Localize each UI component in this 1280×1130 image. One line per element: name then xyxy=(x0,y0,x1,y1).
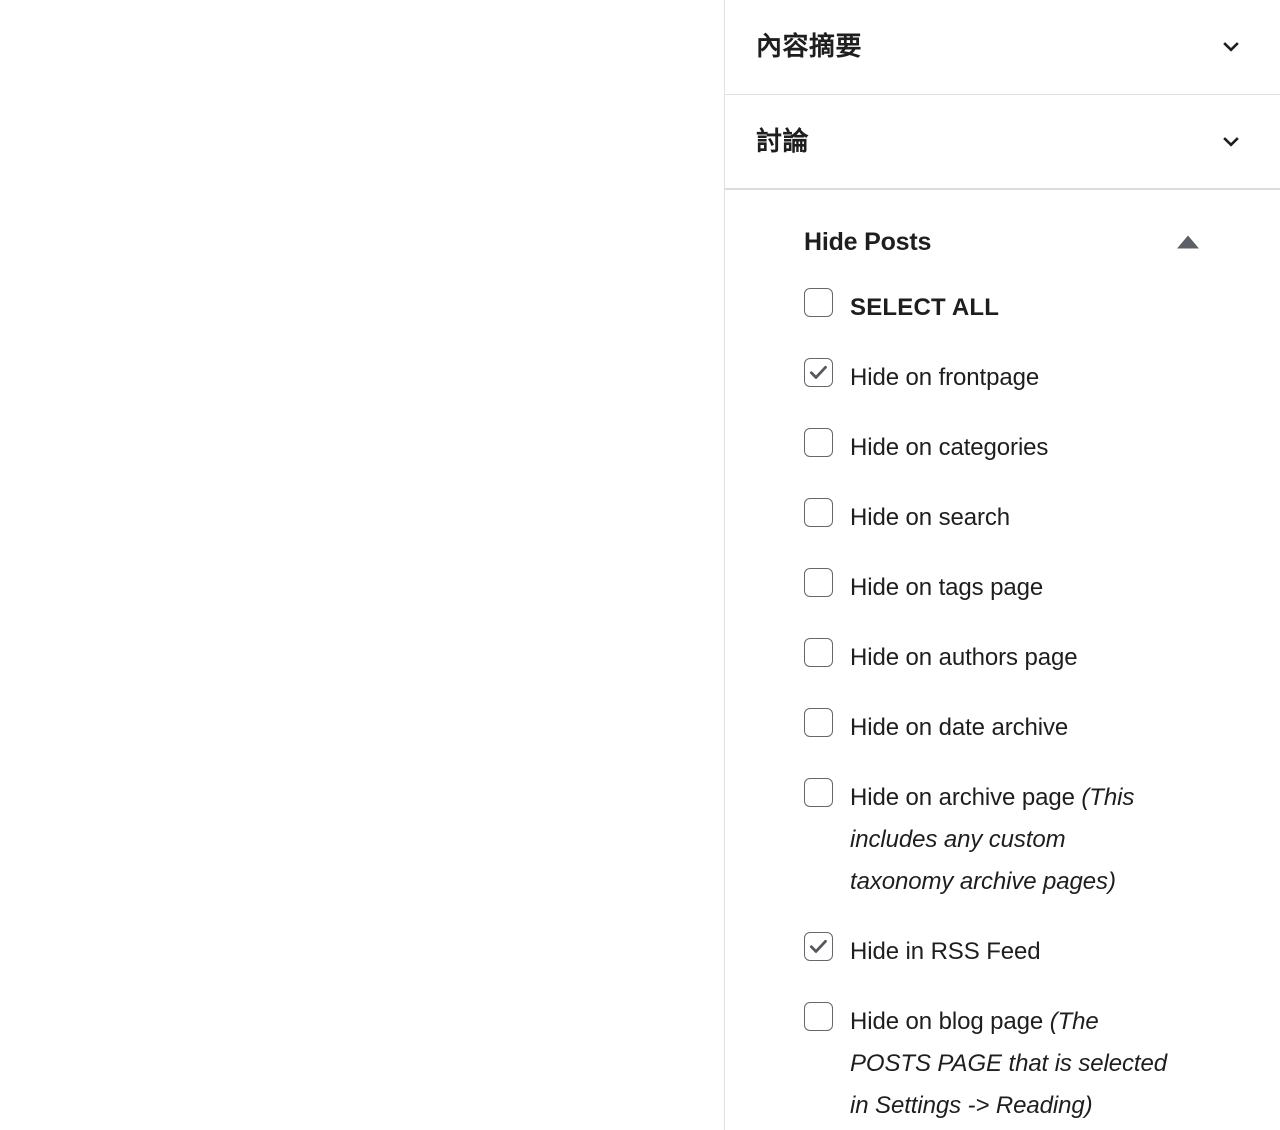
panel-excerpt-title: 內容摘要 xyxy=(756,31,863,62)
triangle-up-icon[interactable] xyxy=(1177,235,1199,249)
checkbox-label-hide-on-search: Hide on search xyxy=(850,504,1011,531)
checkbox-hide-in-rss-feed[interactable] xyxy=(804,932,833,961)
checkbox-row-hide-on-search[interactable]: Hide on search xyxy=(804,497,1172,539)
checkbox-label-hide-on-tags-page: Hide on tags page xyxy=(850,574,1044,601)
checkbox-hide-on-frontpage[interactable] xyxy=(804,358,833,387)
checkbox-label-hide-on-frontpage: Hide on frontpage xyxy=(850,364,1040,391)
checkbox-label-hide-on-authors-page: Hide on authors page xyxy=(850,644,1078,671)
checkbox-label-hide-on-date-archive: Hide on date archive xyxy=(850,714,1069,741)
checkbox-label-hide-on-archive-page: Hide on archive page (This includes any … xyxy=(850,777,1172,903)
panel-hide-posts-header[interactable]: Hide Posts xyxy=(756,216,1232,268)
checkbox-hide-on-categories[interactable] xyxy=(804,428,833,457)
checkbox-hide-on-date-archive[interactable] xyxy=(804,708,833,737)
checkbox-row-hide-on-authors-page[interactable]: Hide on authors page xyxy=(804,637,1172,679)
checkbox-row-select-all[interactable]: SELECT ALL xyxy=(804,287,1172,329)
checkbox-select-all[interactable] xyxy=(804,288,833,317)
panel-hide-posts-title: Hide Posts xyxy=(804,227,932,256)
checkbox-label-hide-on-blog-page: Hide on blog page (The POSTS PAGE that i… xyxy=(850,1001,1172,1127)
checkbox-row-hide-in-rss-feed[interactable]: Hide in RSS Feed xyxy=(804,931,1172,973)
hide-posts-options: SELECT ALL Hide on frontpage Hide on cat… xyxy=(756,268,1232,1127)
checkbox-label-text: Hide on blog page xyxy=(850,1008,1044,1035)
panel-discussion[interactable]: 討論 xyxy=(725,95,1280,190)
panel-excerpt[interactable]: 內容摘要 xyxy=(725,0,1280,95)
checkbox-hide-on-tags-page[interactable] xyxy=(804,568,833,597)
checkbox-hide-on-blog-page[interactable] xyxy=(804,1002,833,1031)
checkbox-row-hide-on-date-archive[interactable]: Hide on date archive xyxy=(804,707,1172,749)
checkbox-label-text: Hide on archive page xyxy=(850,784,1075,811)
checkbox-row-hide-on-categories[interactable]: Hide on categories xyxy=(804,427,1172,469)
checkbox-row-hide-on-tags-page[interactable]: Hide on tags page xyxy=(804,567,1172,609)
chevron-down-icon[interactable] xyxy=(1218,129,1244,155)
checkbox-label-select-all: SELECT ALL xyxy=(850,294,1000,321)
panel-discussion-title: 討論 xyxy=(756,125,810,156)
checkbox-hide-on-archive-page[interactable] xyxy=(804,778,833,807)
chevron-down-icon[interactable] xyxy=(1218,34,1244,60)
checkbox-hide-on-search[interactable] xyxy=(804,498,833,527)
editor-screen: 內容摘要 討論 Hide Posts SELECT ALL Hide on fr… xyxy=(0,0,1280,1130)
checkbox-label-hide-in-rss-feed: Hide in RSS Feed xyxy=(850,938,1041,965)
panel-hide-posts: Hide Posts SELECT ALL Hide on frontpage … xyxy=(725,190,1280,1127)
editor-canvas xyxy=(0,0,724,1130)
checkbox-row-hide-on-frontpage[interactable]: Hide on frontpage xyxy=(804,357,1172,399)
post-settings-sidebar: 內容摘要 討論 Hide Posts SELECT ALL Hide on fr… xyxy=(724,0,1280,1130)
checkbox-label-hide-on-categories: Hide on categories xyxy=(850,434,1049,461)
checkbox-row-hide-on-blog-page[interactable]: Hide on blog page (The POSTS PAGE that i… xyxy=(804,1001,1172,1127)
checkbox-row-hide-on-archive-page[interactable]: Hide on archive page (This includes any … xyxy=(804,777,1172,903)
checkbox-hide-on-authors-page[interactable] xyxy=(804,638,833,667)
